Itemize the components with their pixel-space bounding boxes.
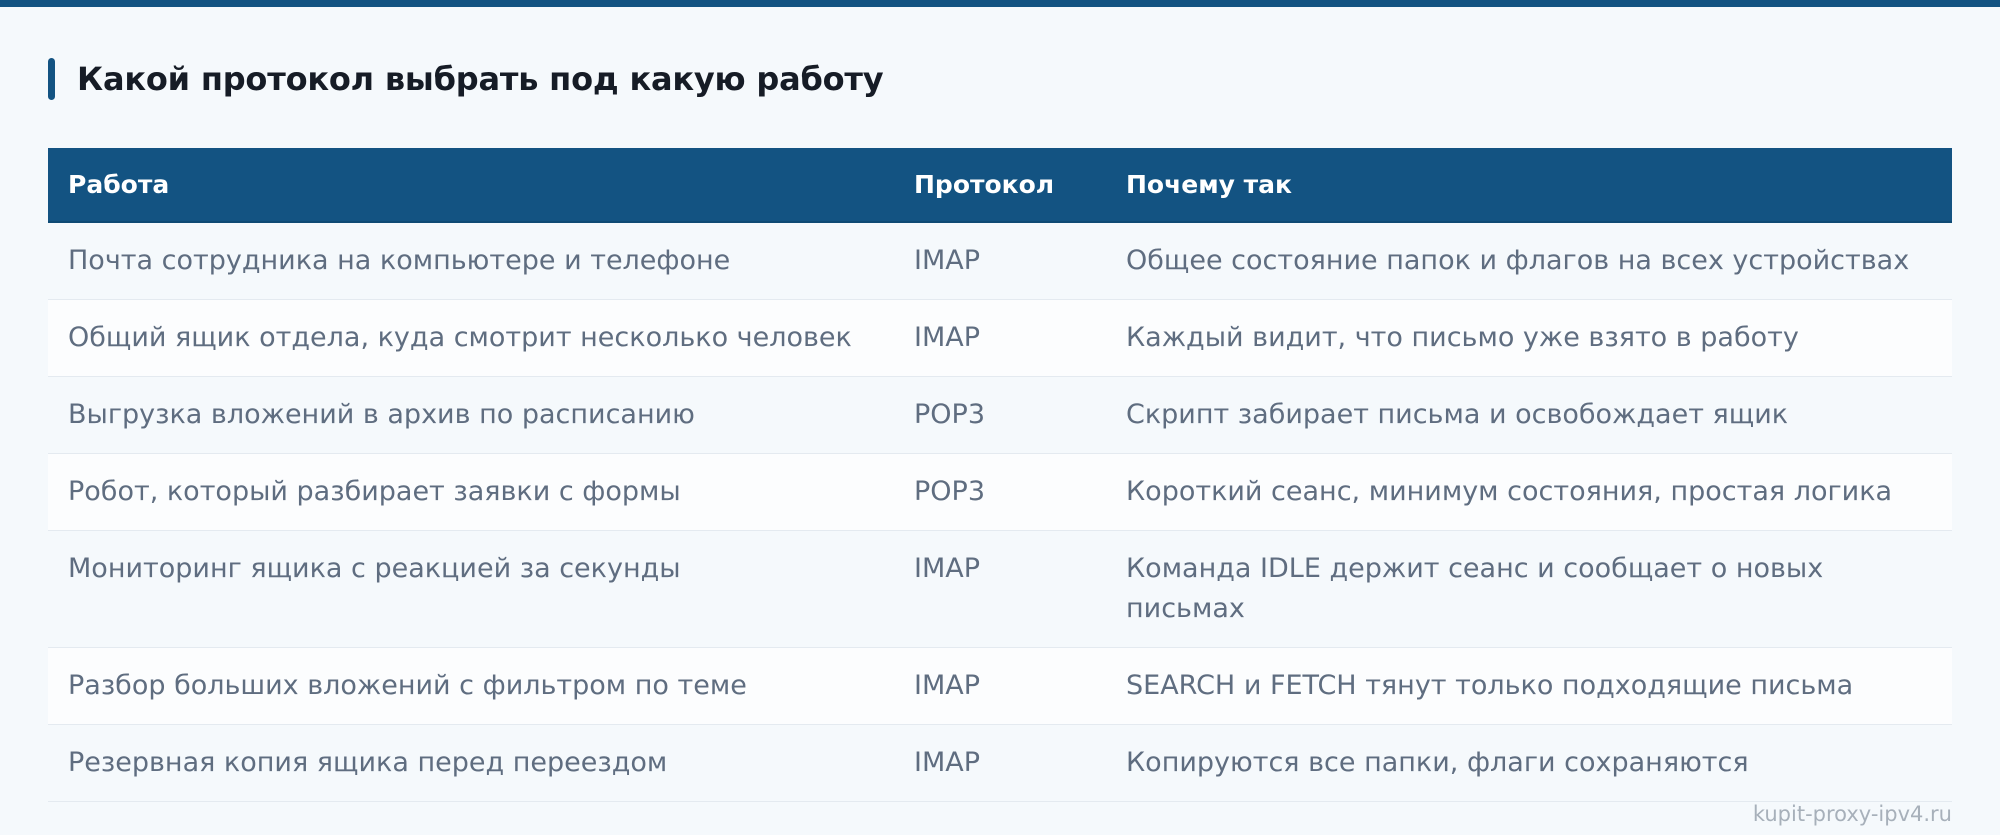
protocol-table-container: Работа Протокол Почему так Почта сотрудн… xyxy=(48,148,1952,802)
column-header-reason: Почему так xyxy=(1106,148,1952,223)
protocol-table: Работа Протокол Почему так Почта сотрудн… xyxy=(48,148,1952,802)
cell-reason: Короткий сеанс, минимум состояния, прост… xyxy=(1106,453,1952,531)
watermark: kupit-proxy-ipv4.ru xyxy=(1752,802,1952,826)
cell-protocol: IMAP xyxy=(894,724,1106,802)
table-body: Почта сотрудника на компьютере и телефон… xyxy=(48,222,1952,802)
table-row: Выгрузка вложений в архив по расписанию … xyxy=(48,376,1952,454)
cell-job: Почта сотрудника на компьютере и телефон… xyxy=(48,222,894,300)
cell-job: Резервная копия ящика перед переездом xyxy=(48,724,894,802)
table-header-row: Работа Протокол Почему так xyxy=(48,148,1952,223)
table-row: Резервная копия ящика перед переездом IM… xyxy=(48,724,1952,802)
cell-reason: Копируются все папки, флаги сохраняются xyxy=(1106,724,1952,802)
cell-reason: Общее состояние папок и флагов на всех у… xyxy=(1106,222,1952,300)
cell-job: Мониторинг ящика с реакцией за секунды xyxy=(48,530,894,648)
cell-job: Выгрузка вложений в архив по расписанию xyxy=(48,376,894,454)
column-header-protocol: Протокол xyxy=(894,148,1106,223)
cell-job: Разбор больших вложений с фильтром по те… xyxy=(48,647,894,725)
table-row: Разбор больших вложений с фильтром по те… xyxy=(48,647,1952,725)
cell-protocol: POP3 xyxy=(894,376,1106,454)
top-accent-bar xyxy=(0,0,2000,7)
cell-job: Общий ящик отдела, куда смотрит нескольк… xyxy=(48,299,894,377)
cell-reason: Команда IDLE держит сеанс и сообщает о н… xyxy=(1106,530,1952,648)
table-row: Робот, который разбирает заявки с формы … xyxy=(48,453,1952,531)
cell-reason: Каждый видит, что письмо уже взято в раб… xyxy=(1106,299,1952,377)
cell-reason: SEARCH и FETCH тянут только подходящие п… xyxy=(1106,647,1952,725)
table-row: Почта сотрудника на компьютере и телефон… xyxy=(48,222,1952,300)
section-heading: Какой протокол выбрать под какую работу xyxy=(48,58,884,100)
cell-reason: Скрипт забирает письма и освобождает ящи… xyxy=(1106,376,1952,454)
cell-protocol: IMAP xyxy=(894,530,1106,648)
cell-protocol: IMAP xyxy=(894,299,1106,377)
table-header: Работа Протокол Почему так xyxy=(48,148,1952,223)
column-header-job: Работа xyxy=(48,148,894,223)
table-row: Общий ящик отдела, куда смотрит нескольк… xyxy=(48,299,1952,377)
cell-job: Робот, который разбирает заявки с формы xyxy=(48,453,894,531)
heading-accent-marker xyxy=(48,58,55,100)
page-title: Какой протокол выбрать под какую работу xyxy=(77,60,884,98)
cell-protocol: POP3 xyxy=(894,453,1106,531)
cell-protocol: IMAP xyxy=(894,222,1106,300)
cell-protocol: IMAP xyxy=(894,647,1106,725)
table-row: Мониторинг ящика с реакцией за секунды I… xyxy=(48,530,1952,648)
